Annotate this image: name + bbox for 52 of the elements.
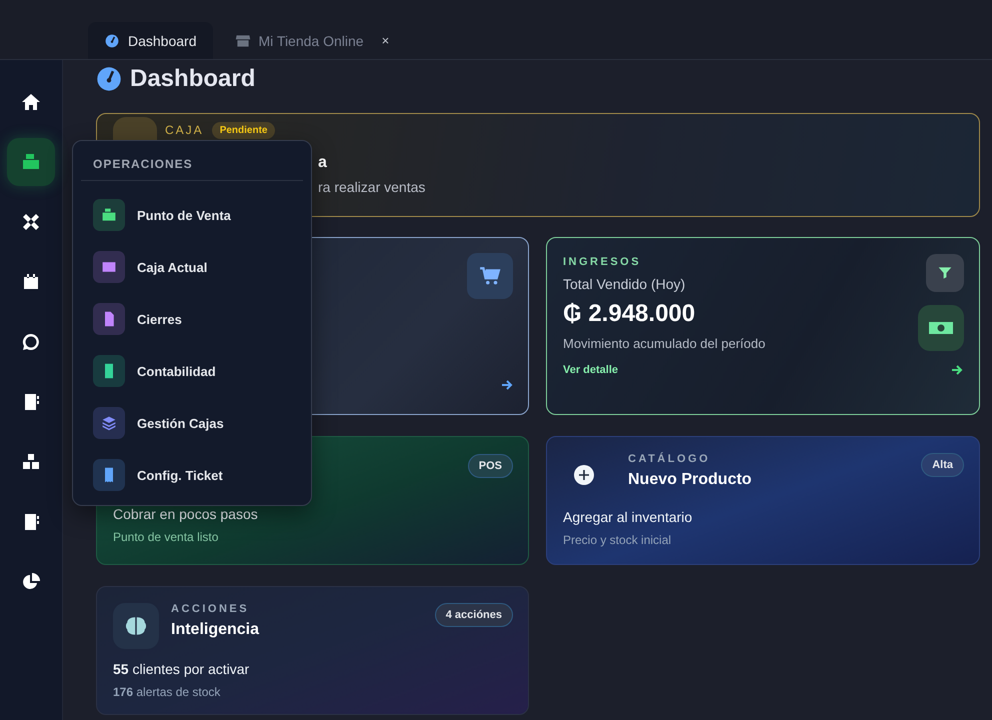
menu-item[interactable]: Gestión Cajas — [81, 397, 303, 449]
add-icon — [574, 465, 594, 485]
card-label: ACCIONES — [171, 603, 250, 615]
card-title: Inteligencia — [171, 621, 260, 639]
chat-icon — [21, 332, 41, 352]
card-title: Total Vendido (Hoy) — [563, 276, 686, 292]
store-icon — [234, 32, 250, 48]
calendar-icon — [21, 272, 41, 292]
priority-badge: Alta — [921, 453, 964, 477]
card-caption: Movimiento acumulado del período — [563, 336, 766, 351]
arrow-icon[interactable] — [950, 363, 964, 377]
cart-button[interactable] — [467, 253, 513, 299]
card-title: Nuevo Producto — [628, 471, 753, 489]
menu-item[interactable]: Punto de Venta — [81, 189, 303, 241]
card-title: a — [318, 154, 328, 172]
card-subtitle: ra realizar ventas — [318, 179, 426, 195]
card-subtext: 176 alertas de stock — [113, 685, 222, 699]
pos-badge: POS — [468, 454, 513, 478]
card-label: INGRESOS — [563, 256, 642, 268]
gauge-icon — [104, 32, 120, 48]
tools-icon — [21, 212, 41, 232]
detail-link[interactable]: Ver detalle — [563, 364, 618, 376]
card-text: 55 clientes por activar — [113, 661, 250, 677]
page-title: Dashboard — [130, 65, 256, 93]
menu-item[interactable]: Contabilidad — [81, 345, 303, 397]
money-icon — [929, 320, 953, 336]
card-subtext: Precio y stock inicial — [563, 533, 672, 547]
filter-button[interactable] — [926, 254, 964, 292]
menu-item[interactable]: Config. Ticket — [81, 449, 303, 501]
card-text: Cobrar en pocos pasos — [113, 506, 259, 522]
count-badge: 4 acciónes — [434, 603, 513, 627]
card-label: CATÁLOGO — [628, 453, 712, 465]
menu-heading: OPERACIONES — [81, 151, 303, 181]
gauge-icon — [96, 66, 122, 92]
sidebar-item[interactable] — [7, 138, 55, 186]
status-badge: Pendiente — [212, 122, 276, 138]
cart-icon — [479, 265, 501, 287]
brain-icon — [125, 616, 147, 636]
filter-icon — [938, 266, 952, 280]
close-icon[interactable]: × — [382, 33, 390, 48]
pie-chart-icon — [21, 572, 41, 592]
card-subtext: Punto de venta listo — [113, 530, 220, 544]
menu-item[interactable]: Caja Actual — [81, 241, 303, 293]
tab[interactable]: Dashboard — [88, 22, 212, 59]
card-text: Agregar al inventario — [563, 509, 694, 525]
total-amount: ₲ 2.948.000 — [563, 300, 696, 328]
menu-item[interactable]: Cierres — [81, 293, 303, 345]
card-label: CAJA — [165, 123, 204, 137]
home-icon — [21, 92, 41, 112]
arrow-icon[interactable] — [500, 378, 514, 392]
tab[interactable]: Mi Tienda Online × — [218, 22, 406, 59]
boxes-icon — [21, 452, 41, 472]
